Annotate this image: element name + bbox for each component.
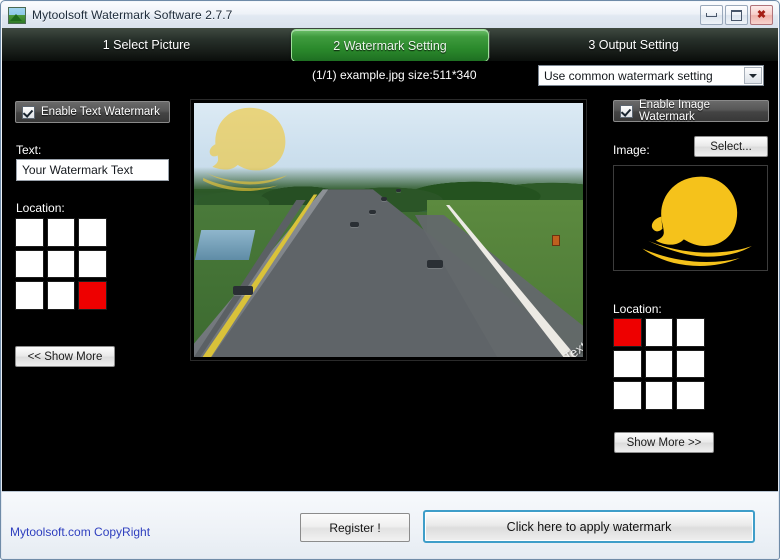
image-location-cell-7[interactable] [644,381,674,410]
select-image-button[interactable]: Select... [694,136,768,157]
car-4 [380,196,387,201]
file-info-label: (1/1) example.jpg size:511*340 [312,68,477,82]
image-show-more-label: Show More >> [626,436,702,449]
preview-logo-watermark [203,107,288,191]
minimize-icon [706,13,717,17]
window-title: Mytoolsoft Watermark Software 2.7.7 [32,8,233,22]
apply-watermark-label: Click here to apply watermark [506,519,672,534]
landscape-icon [8,6,26,24]
info-bar: (1/1) example.jpg size:511*340 Use commo… [2,61,778,91]
checkbox-icon [620,104,633,118]
tab-watermark-setting-label: 2 Watermark Setting [333,38,447,53]
apply-watermark-button[interactable]: Click here to apply watermark [423,510,755,543]
workspace: Enable Text Watermark Text: Your Waterma… [2,91,778,491]
copyright-link[interactable]: Mytoolsoft.com CopyRight [10,525,150,539]
text-location-cell-6[interactable] [15,281,44,310]
image-location-cell-1[interactable] [644,318,674,347]
checkbox-icon [22,105,35,119]
chevron-down-icon[interactable] [744,67,762,84]
register-button[interactable]: Register ! [300,513,410,542]
car-1 [232,285,253,295]
image-preview[interactable]: Your Watermark Text [190,99,587,361]
tab-select-picture-label: 1 Select Picture [102,37,191,52]
tab-watermark-setting[interactable]: 2 Watermark Setting [291,29,489,62]
close-button[interactable]: ✖ [750,5,773,25]
text-location-cell-0[interactable] [15,218,44,247]
enable-image-watermark-toggle[interactable]: Enable Image Watermark [613,99,769,123]
watermark-text-input[interactable]: Your Watermark Text [16,159,169,181]
image-watermark-thumbnail[interactable] [613,165,768,271]
car-2 [349,222,359,228]
enable-text-watermark-toggle[interactable]: Enable Text Watermark [15,101,170,123]
text-location-cell-2[interactable] [78,218,107,247]
image-location-cell-0[interactable] [613,318,642,347]
watermark-preset-value: Use common watermark setting [544,68,713,83]
text-location-cell-3[interactable] [15,249,44,279]
tab-output-setting[interactable]: 3 Output Setting [489,28,778,61]
text-location-cell-7[interactable] [46,281,76,310]
car-6 [396,189,402,193]
car-5 [427,260,444,269]
text-location-grid[interactable] [15,218,107,310]
text-show-more-button[interactable]: << Show More [15,346,115,367]
image-location-cell-8[interactable] [676,381,705,410]
image-location-cell-4[interactable] [644,349,674,379]
maximize-button[interactable] [725,5,748,25]
tab-bar: 1 Select Picture 2 Watermark Setting 3 O… [2,28,778,62]
text-show-more-label: << Show More [27,350,103,363]
car-3 [369,209,377,214]
yellow-face-silhouette-icon [642,176,752,266]
enable-image-watermark-label: Enable Image Watermark [639,99,710,123]
text-location-cell-4[interactable] [46,249,76,279]
image-show-more-button[interactable]: Show More >> [614,432,714,453]
image-location-cell-6[interactable] [613,381,642,410]
tab-output-setting-label: 3 Output Setting [588,37,679,52]
enable-text-watermark-label: Enable Text Watermark [41,106,160,118]
select-image-label: Select... [710,140,752,153]
image-field-label: Image: [613,143,650,157]
application-window: Mytoolsoft Watermark Software 2.7.7 ✖ 1 … [0,0,780,560]
image-location-label: Location: [613,302,662,316]
title-bar: Mytoolsoft Watermark Software 2.7.7 ✖ [2,2,778,29]
image-location-cell-5[interactable] [676,349,705,379]
minimize-button[interactable] [700,5,723,25]
photo-roadside-sign [551,235,560,247]
text-location-cell-5[interactable] [78,249,107,279]
text-location-label: Location: [16,201,65,215]
image-location-grid[interactable] [613,318,705,410]
watermark-preset-dropdown[interactable]: Use common watermark setting [538,65,764,86]
window-controls: ✖ [700,5,773,25]
text-field-label: Text: [16,143,42,157]
close-icon: ✖ [756,8,767,21]
preview-photo: Your Watermark Text [194,103,583,357]
tab-select-picture[interactable]: 1 Select Picture [2,28,291,61]
watermark-text-value: Your Watermark Text [22,163,133,177]
image-location-cell-3[interactable] [613,349,642,379]
text-location-cell-8[interactable] [78,281,107,310]
register-label: Register ! [329,520,381,535]
image-location-cell-2[interactable] [676,318,705,347]
text-location-cell-1[interactable] [46,218,76,247]
maximize-icon [731,9,742,21]
